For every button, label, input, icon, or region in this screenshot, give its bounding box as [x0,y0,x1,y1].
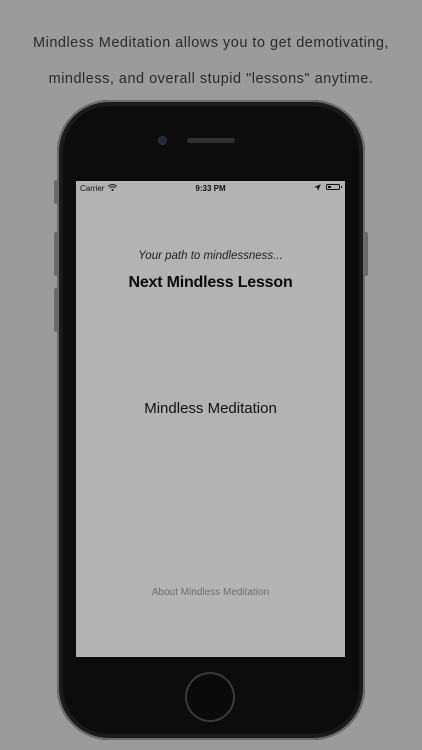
caption-line-1: Mindless Meditation allows you to get de… [33,35,389,51]
mute-switch [54,180,58,204]
volume-up-button [54,232,58,276]
lesson-text: Mindless Meditation [144,400,277,417]
front-camera-icon [158,136,167,145]
status-time: 9:33 PM [195,184,226,193]
app-screen: Carrier 9:33 PM Your path to mindlessnes… [76,181,345,657]
about-button[interactable]: About Mindless Meditation [76,587,345,598]
next-lesson-button[interactable]: Next Mindless Lesson [76,274,345,292]
earpiece-speaker [187,138,235,143]
caption-line-2: mindless, and overall stupid "lessons" a… [48,71,374,87]
home-button[interactable] [187,674,233,720]
tagline: Your path to mindlessness... [138,250,283,262]
status-bar: Carrier 9:33 PM [76,181,345,195]
volume-down-button [54,288,58,332]
location-icon [314,184,321,193]
power-button [364,232,368,276]
battery-icon [326,184,342,190]
